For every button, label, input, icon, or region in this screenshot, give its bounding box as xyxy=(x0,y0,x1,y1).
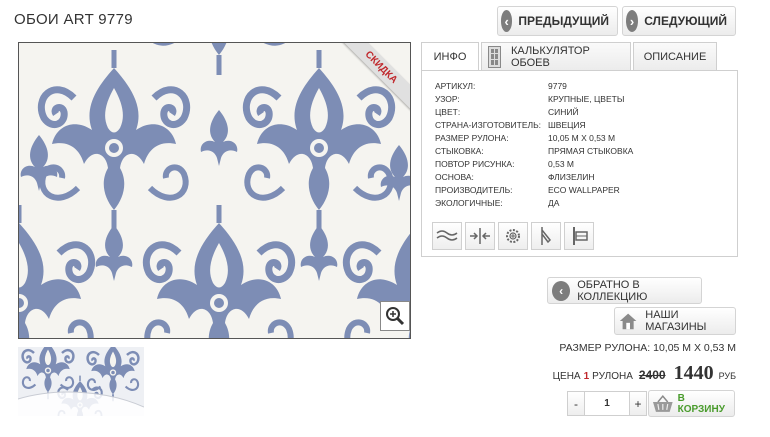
spec-row: ЦВЕТ: СИНИЙ xyxy=(435,107,579,117)
product-thumbnail[interactable] xyxy=(18,347,144,416)
tab-wallpaper-calculator[interactable]: КАЛЬКУЛЯТОР ОБОЕВ xyxy=(481,42,631,70)
back-to-collection-button[interactable]: ‹ ОБРАТНО В КОЛЛЕКЦИЮ xyxy=(547,277,702,304)
price-unit: РУЛОНА xyxy=(592,371,633,382)
page-title: ОБОИ ART 9779 xyxy=(14,11,133,28)
spec-row: СТЫКОВКА: ПРЯМАЯ СТЫКОВКА xyxy=(435,146,634,156)
basket-icon xyxy=(652,394,673,412)
damask-pattern xyxy=(19,43,410,338)
roll-size: РАЗМЕР РУЛОНА: 10,05 М Х 0,53 М xyxy=(559,342,736,354)
feature-icons xyxy=(432,222,594,250)
decrease-button[interactable]: - xyxy=(567,391,585,416)
info-panel: АРТИКУЛ: 9779 УЗОР: КРУПНЫЕ, ЦВЕТЫ ЦВЕТ: СИ… xyxy=(421,70,738,257)
previous-button[interactable]: ‹ ПРЕДЫДУЩИЙ xyxy=(497,6,618,36)
old-price: 2400 xyxy=(638,368,666,382)
spec-row: РАЗМЕР РУЛОНА: 10,05 М Х 0,53 М xyxy=(435,133,616,143)
tab-description-label: ОПИСАНИЕ xyxy=(643,50,707,63)
tab-info-label: ИНФО xyxy=(433,51,467,63)
house-icon xyxy=(619,313,637,330)
zoom-button[interactable] xyxy=(380,301,410,331)
shops-label: НАШИ МАГАЗИНЫ xyxy=(645,309,707,333)
product-tabs: ИНФО КАЛЬКУЛЯТОР ОБОЕВ ОПИСАНИЕ xyxy=(421,42,719,71)
price-row: ЦЕНА 1 РУЛОНА 2400 1440 РУБ xyxy=(553,362,736,385)
back-label: ОБРАТНО В КОЛЛЕКЦИЮ xyxy=(577,278,648,303)
next-button[interactable]: › СЛЕДУЮЩИЙ xyxy=(622,6,736,36)
our-shops-button[interactable]: НАШИ МАГАЗИНЫ xyxy=(614,307,736,335)
product-main-image[interactable]: СКИДКА xyxy=(18,42,411,339)
tab-info[interactable]: ИНФО xyxy=(421,42,479,71)
spec-row: АРТИКУЛ: 9779 xyxy=(435,81,567,91)
magnifier-icon xyxy=(386,307,405,326)
calculator-icon xyxy=(488,45,501,68)
wave-icon xyxy=(432,222,462,250)
spec-row: УЗОР: КРУПНЫЕ, ЦВЕТЫ xyxy=(435,94,625,104)
next-label: СЛЕДУЮЩИЙ xyxy=(644,14,727,28)
increase-button[interactable]: + xyxy=(629,391,647,416)
quantity-input[interactable] xyxy=(585,391,629,416)
spec-row: ЭКОЛОГИЧНЫЕ: ДА xyxy=(435,198,560,208)
price-label: ЦЕНА xyxy=(552,371,581,382)
chevron-right-icon: › xyxy=(626,10,639,32)
thumbnail-image xyxy=(18,347,144,416)
new-price: 1440 xyxy=(673,362,714,384)
quantity-stepper: - + xyxy=(567,391,647,416)
spec-row: ОСНОВА: ФЛИЗЕЛИН xyxy=(435,172,595,182)
chevron-left-icon: ‹ xyxy=(552,280,571,301)
price-qty: 1 xyxy=(583,371,590,382)
previous-label: ПРЕДЫДУЩИЙ xyxy=(518,14,609,28)
gear-icon xyxy=(498,222,528,250)
cart-label: В КОРЗИНУ xyxy=(677,392,725,415)
knife-icon xyxy=(531,222,561,250)
tab-description[interactable]: ОПИСАНИЕ xyxy=(633,42,717,70)
tab-calculator-label: КАЛЬКУЛЯТОР ОБОЕВ xyxy=(510,44,590,69)
spec-row: СТРАНА-ИЗГОТОВИТЕЛЬ: ШВЕЦИЯ xyxy=(435,120,586,130)
currency: РУБ xyxy=(718,371,736,381)
level-icon xyxy=(564,222,594,250)
chevron-left-icon: ‹ xyxy=(501,10,513,32)
join-icon xyxy=(465,222,495,250)
add-to-cart-button[interactable]: В КОРЗИНУ xyxy=(648,390,735,417)
spec-row: ПРОИЗВОДИТЕЛЬ: ECO WALLPAPER xyxy=(435,185,620,195)
spec-row: ПОВТОР РИСУНКА: 0,53 М xyxy=(435,159,574,169)
